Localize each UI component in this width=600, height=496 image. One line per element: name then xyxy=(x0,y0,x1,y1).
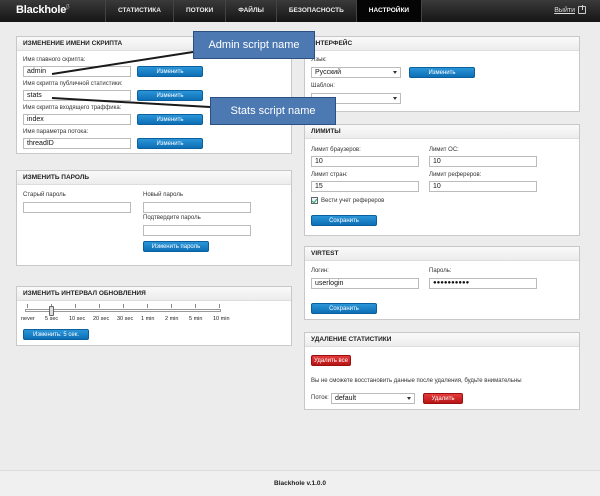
save-limits-button[interactable]: Сохранить xyxy=(311,215,377,226)
rename-main-button[interactable]: Изменить xyxy=(137,66,203,77)
old-password-input[interactable] xyxy=(23,202,131,213)
referers-limit-input[interactable]: 10 xyxy=(429,181,537,192)
refresh-interval-panel: ИЗМЕНИТЬ ИНТЕРВАЛ ОБНОВЛЕНИЯ never 5 sec 1… xyxy=(16,286,292,346)
interval-tick xyxy=(75,304,76,308)
stream-select[interactable]: default xyxy=(331,393,415,404)
rename-incoming-button[interactable]: Изменить xyxy=(137,114,203,125)
new-password-input[interactable] xyxy=(143,202,251,213)
main-script-input[interactable]: admin xyxy=(23,66,131,77)
interval-tick xyxy=(219,304,220,308)
interval-tick-label[interactable]: 1 min xyxy=(141,316,154,322)
interface-title: ИНТЕРФЕЙС xyxy=(305,37,579,51)
os-limit-input[interactable]: 10 xyxy=(429,156,537,167)
apply-interval-button[interactable]: Изменить: 5 сек. xyxy=(23,329,89,340)
rename-param-button[interactable]: Изменить xyxy=(137,138,203,149)
incoming-script-input[interactable]: index xyxy=(23,114,131,125)
delete-stream-button[interactable]: Удалить xyxy=(423,393,463,404)
delete-all-button[interactable]: Удалить все xyxy=(311,355,351,366)
language-value: Русский xyxy=(315,69,341,76)
nav-security[interactable]: БЕЗОПАСНОСТЬ xyxy=(275,0,356,22)
change-password-panel: ИЗМЕНИТЬ ПАРОЛЬ Старый пароль Новый паро… xyxy=(16,170,292,266)
logout-label[interactable]: Выйти xyxy=(554,7,575,14)
confirm-password-input[interactable] xyxy=(143,225,251,236)
chevron-down-icon xyxy=(407,397,411,400)
limits-panel: ЛИМИТЫ Лимит браузеров: 10 Лимит ОС: 10 … xyxy=(304,124,580,236)
nav-settings[interactable]: НАСТРОЙКИ xyxy=(355,0,423,22)
referers-limit-label: Лимит рефереров: xyxy=(429,172,482,178)
interface-panel: ИНТЕРФЕЙС Язык: Русский Изменить Шаблон: xyxy=(304,36,580,112)
incoming-script-label: Имя скрипта входящего траффика: xyxy=(23,105,122,111)
interval-tick-label[interactable]: 10 sec xyxy=(69,316,85,322)
stream-param-label: Имя параметра потока: xyxy=(23,129,89,135)
interval-tick xyxy=(123,304,124,308)
interval-tick xyxy=(147,304,148,308)
track-referers-checkbox[interactable] xyxy=(311,197,318,204)
main-script-label: Имя главного скрипта: xyxy=(23,57,86,63)
delete-stats-title: УДАЛЕНИЕ СТАТИСТИКИ xyxy=(305,333,579,347)
apply-interface-button[interactable]: Изменить xyxy=(409,67,475,78)
interval-tick-label[interactable]: 5 sec xyxy=(45,316,58,322)
footer-version: Blackhole v.1.0.0 xyxy=(0,470,600,496)
virtest-login-label: Логин: xyxy=(311,268,329,274)
nav-streams[interactable]: ПОТОКИ xyxy=(172,0,225,22)
interval-tick-label[interactable]: never xyxy=(21,316,35,322)
interval-slider-handle[interactable] xyxy=(49,306,54,316)
interval-tick xyxy=(195,304,196,308)
delete-warning-text: Вы не сможете восстановить данные после … xyxy=(311,378,522,384)
interval-tick xyxy=(99,304,100,308)
interval-slider-track[interactable] xyxy=(25,309,221,312)
stream-param-input[interactable]: threadID xyxy=(23,138,131,149)
change-password-title: ИЗМЕНИТЬ ПАРОЛЬ xyxy=(17,171,291,185)
admin-script-callout: Admin script name xyxy=(193,31,315,59)
new-password-label: Новый пароль xyxy=(143,192,183,198)
change-password-button[interactable]: Изменить пароль xyxy=(143,241,209,252)
os-limit-label: Лимит ОС: xyxy=(429,147,459,153)
app-logo[interactable]: Blackholeβ xyxy=(16,4,70,16)
countries-limit-label: Лимит стран: xyxy=(311,172,348,178)
old-password-label: Старый пароль xyxy=(23,192,66,198)
rename-stats-button[interactable]: Изменить xyxy=(137,90,203,101)
save-virtest-button[interactable]: Сохранить xyxy=(311,303,377,314)
stats-script-callout: Stats script name xyxy=(210,97,336,125)
language-select[interactable]: Русский xyxy=(311,67,401,78)
stats-script-label: Имя скрипта публичной статистики: xyxy=(23,81,123,87)
browsers-limit-input[interactable]: 10 xyxy=(311,156,419,167)
track-referers-label: Вести учет рефереров xyxy=(321,198,385,204)
nav-files[interactable]: ФАЙЛЫ xyxy=(225,0,276,22)
chevron-down-icon xyxy=(393,97,397,100)
stream-select-label: Поток: xyxy=(311,395,329,401)
main-nav: СТАТИСТИКА ПОТОКИ ФАЙЛЫ БЕЗОПАСНОСТЬ НАС… xyxy=(105,0,423,22)
countries-limit-input[interactable]: 15 xyxy=(311,181,419,192)
top-navigation-bar: Blackholeβ СТАТИСТИКА ПОТОКИ ФАЙЛЫ БЕЗОП… xyxy=(0,0,600,22)
virtest-panel: VIRTEST Логин: userlogin Пароль: ●●●●●●●… xyxy=(304,246,580,320)
interval-tick-label[interactable]: 2 min xyxy=(165,316,178,322)
interval-tick-label[interactable]: 30 sec xyxy=(117,316,133,322)
delete-stats-panel: УДАЛЕНИЕ СТАТИСТИКИ Удалить все Вы не см… xyxy=(304,332,580,410)
power-icon[interactable] xyxy=(578,5,586,14)
limits-title: ЛИМИТЫ xyxy=(305,125,579,139)
stats-script-input[interactable]: stats xyxy=(23,90,131,101)
stream-value: default xyxy=(335,395,357,402)
browsers-limit-label: Лимит браузеров: xyxy=(311,147,361,153)
nav-statistics[interactable]: СТАТИСТИКА xyxy=(105,0,173,22)
virtest-login-input[interactable]: userlogin xyxy=(311,278,419,289)
virtest-password-label: Пароль: xyxy=(429,268,452,274)
virtest-password-input[interactable]: ●●●●●●●●●● xyxy=(429,278,537,289)
refresh-interval-title: ИЗМЕНИТЬ ИНТЕРВАЛ ОБНОВЛЕНИЯ xyxy=(17,287,291,301)
interval-tick xyxy=(171,304,172,308)
interval-tick xyxy=(27,304,28,308)
virtest-title: VIRTEST xyxy=(305,247,579,261)
logout-link[interactable]: Выйти xyxy=(554,5,586,14)
interval-tick-label[interactable]: 10 min xyxy=(213,316,230,322)
interval-tick-label[interactable]: 20 sec xyxy=(93,316,109,322)
interval-tick-label[interactable]: 5 min xyxy=(189,316,202,322)
chevron-down-icon xyxy=(393,71,397,74)
confirm-password-label: Подтвердите пароль xyxy=(143,215,201,221)
template-label: Шаблон: xyxy=(311,83,335,89)
